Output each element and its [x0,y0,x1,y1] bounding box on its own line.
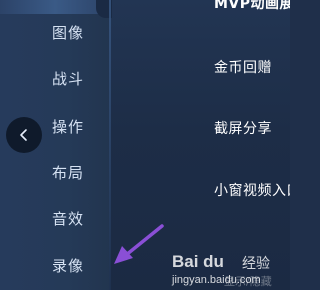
settings-content: MVP动画展示 金币回赠 截屏分享 小窗视频入口 [112,0,290,290]
setting-screenshot-share: 截屏分享 [214,121,272,137]
sidebar-item-recording[interactable]: 录像 [38,253,98,279]
setting-coin-rebate: 金币回赠 [214,60,272,76]
sidebar-item-layout[interactable]: 布局 [38,160,98,186]
sidebar-item-controls[interactable]: 操作 [38,114,98,140]
settings-sidebar: 图像 战斗 操作 布局 音效 录像 [0,0,112,290]
collapse-sidebar-button[interactable] [6,117,42,153]
setting-mvp-animation: MVP动画展示 [214,0,290,12]
sidebar-item-image[interactable]: 图像 [38,20,98,46]
sidebar-divider [109,0,111,290]
setting-mini-video-entry: 小窗视频入口 [214,183,290,199]
sidebar-item-sound[interactable]: 音效 [38,206,98,232]
sidebar-item-battle[interactable]: 战斗 [38,66,98,92]
game-settings-screen: 图像 战斗 操作 布局 音效 录像 MVP动画展示 金币回赠 截屏分享 小窗视频… [0,0,290,290]
chevron-left-icon [20,129,27,141]
sidebar-top-decoration [0,0,110,14]
